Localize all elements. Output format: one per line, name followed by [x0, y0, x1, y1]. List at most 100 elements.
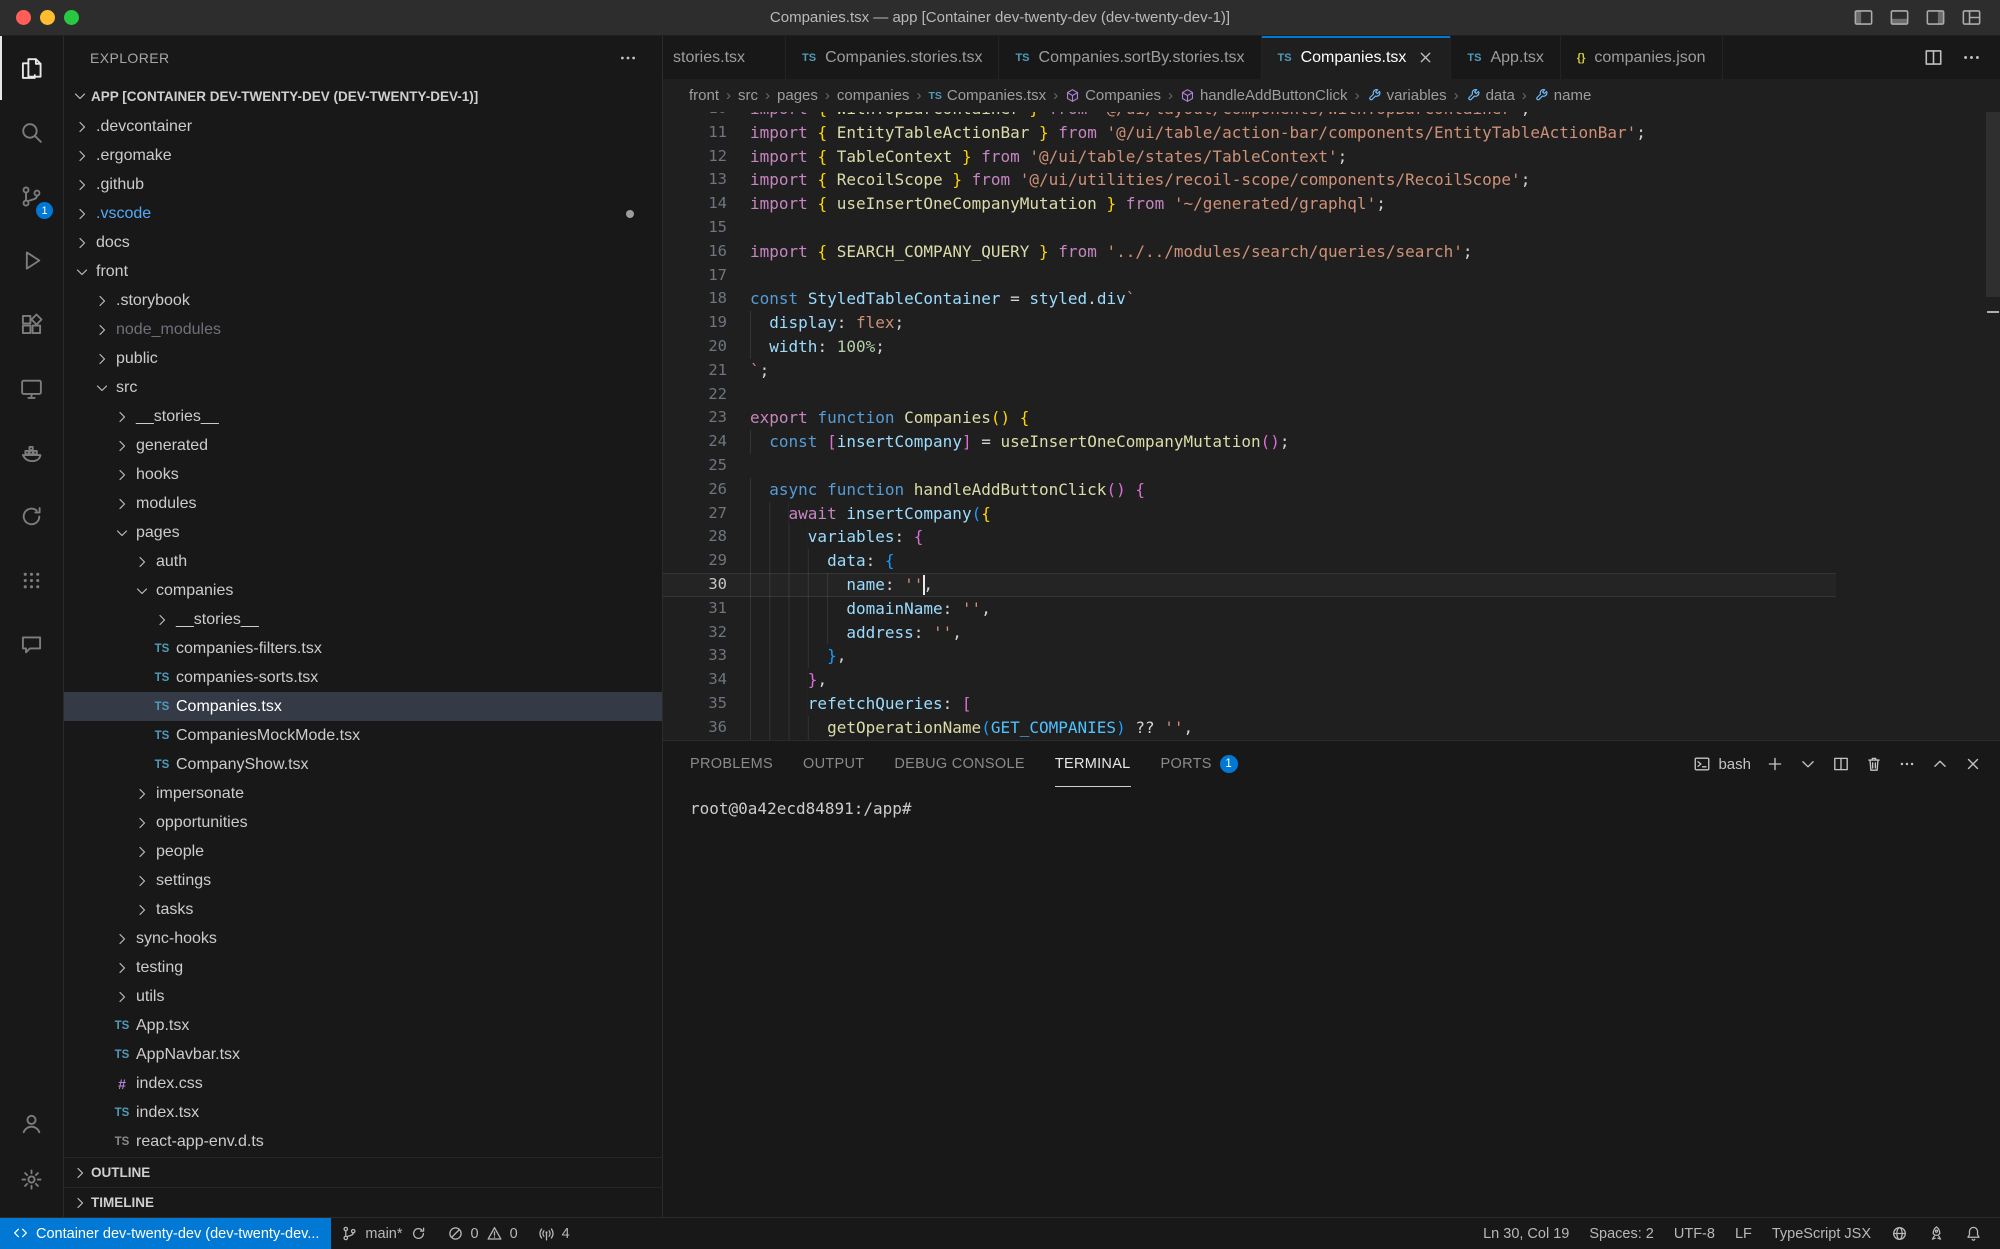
activity-item-remote-explorer[interactable]: [0, 356, 63, 420]
status-notifications[interactable]: [1955, 1218, 1992, 1249]
breadcrumb-item-handleaddbuttonclick[interactable]: handleAddButtonClick: [1180, 87, 1348, 104]
tree-item-companiesmockmode-tsx[interactable]: TSCompaniesMockMode.tsx: [64, 721, 662, 750]
activity-item-search[interactable]: [0, 100, 63, 164]
code-line-27[interactable]: 27 await insertCompany({: [663, 502, 1836, 526]
code-line-29[interactable]: 29 data: {: [663, 549, 1836, 573]
code-line-20[interactable]: 20 width: 100%;: [663, 335, 1836, 359]
code-line-36[interactable]: 36 getOperationName(GET_COMPANIES) ?? ''…: [663, 716, 1836, 740]
tab-companies-sortby-stories-tsx[interactable]: TSCompanies.sortBy.stories.tsx: [999, 36, 1261, 79]
code-line-25[interactable]: 25: [663, 454, 1836, 478]
code-line-26[interactable]: 26 async function handleAddButtonClick()…: [663, 478, 1836, 502]
breadcrumb-item-data[interactable]: data: [1466, 87, 1515, 104]
status-cursor-position[interactable]: Ln 30, Col 19: [1473, 1218, 1579, 1249]
tree-item-index-css[interactable]: #index.css: [64, 1069, 662, 1098]
panel-action-maximize-panel[interactable]: [1931, 755, 1949, 773]
panel-tab-terminal[interactable]: TERMINAL: [1055, 741, 1131, 787]
activity-item-settings[interactable]: [0, 1151, 63, 1207]
close-tab-icon[interactable]: [1417, 49, 1434, 66]
status-indentation[interactable]: Spaces: 2: [1579, 1218, 1664, 1249]
editor-more-actions-icon[interactable]: [1961, 47, 1982, 68]
status-problems[interactable]: 00: [437, 1218, 528, 1249]
tree-item-people[interactable]: people: [64, 837, 662, 866]
tree-item-settings[interactable]: settings: [64, 866, 662, 895]
tree-item-pages[interactable]: pages: [64, 518, 662, 547]
tree-item-generated[interactable]: generated: [64, 431, 662, 460]
panel-action-kill-terminal[interactable]: [1865, 755, 1883, 773]
status-encoding[interactable]: UTF-8: [1664, 1218, 1725, 1249]
tree-item-companies[interactable]: companies: [64, 576, 662, 605]
code-line-22[interactable]: 22: [663, 383, 1836, 407]
breadcrumb-item-companies[interactable]: companies: [837, 87, 910, 104]
activity-item-chat[interactable]: [0, 612, 63, 676]
panel-action-shell-select[interactable]: bash: [1693, 755, 1751, 773]
code-line-11[interactable]: 11import { EntityTableActionBar } from '…: [663, 121, 1836, 145]
activity-item-docker[interactable]: [0, 420, 63, 484]
tree-item-stories[interactable]: __stories__: [64, 605, 662, 634]
tab-app-tsx[interactable]: TSApp.tsx: [1451, 36, 1560, 79]
code-line-16[interactable]: 16import { SEARCH_COMPANY_QUERY } from '…: [663, 240, 1836, 264]
tree-item-public[interactable]: public: [64, 344, 662, 373]
tree-item-src[interactable]: src: [64, 373, 662, 402]
tree-item-github[interactable]: .github: [64, 170, 662, 199]
breadcrumb-item-name[interactable]: name: [1534, 87, 1592, 104]
status-remote[interactable]: Container dev-twenty-dev (dev-twenty-dev…: [0, 1218, 331, 1249]
code-editor[interactable]: 10import { WithTopBarContainer } from '@…: [663, 112, 2000, 740]
activity-item-extensions[interactable]: [0, 292, 63, 356]
sidebar-section-timeline[interactable]: TIMELINE: [64, 1187, 662, 1217]
code-line-32[interactable]: 32 address: '',: [663, 621, 1836, 645]
code-line-23[interactable]: 23export function Companies() {: [663, 406, 1836, 430]
tree-item-vscode[interactable]: .vscode: [64, 199, 662, 228]
minimap[interactable]: [1836, 112, 1986, 740]
code-line-15[interactable]: 15: [663, 216, 1836, 240]
tree-item-tasks[interactable]: tasks: [64, 895, 662, 924]
code-line-17[interactable]: 17: [663, 264, 1836, 288]
panel-action-terminal-dropdown[interactable]: [1799, 755, 1817, 773]
panel-tab-problems[interactable]: PROBLEMS: [690, 741, 773, 787]
panel-action-new-terminal[interactable]: [1766, 755, 1784, 773]
code-line-14[interactable]: 14import { useInsertOneCompanyMutation }…: [663, 192, 1836, 216]
tab-companies-stories-tsx[interactable]: TSCompanies.stories.tsx: [786, 36, 999, 79]
code-line-34[interactable]: 34 },: [663, 668, 1836, 692]
code-line-30[interactable]: 30 name: '',: [663, 573, 1836, 597]
breadcrumb-item-front[interactable]: front: [689, 87, 719, 104]
tree-item-opportunities[interactable]: opportunities: [64, 808, 662, 837]
customize-layout-icon[interactable]: [1961, 7, 1982, 28]
code-line-19[interactable]: 19 display: flex;: [663, 311, 1836, 335]
tree-item-storybook[interactable]: .storybook: [64, 286, 662, 315]
tree-item-companies-sorts-tsx[interactable]: TScompanies-sorts.tsx: [64, 663, 662, 692]
close-window-button[interactable]: [16, 10, 31, 25]
status-git-branch[interactable]: main*: [331, 1218, 436, 1249]
tree-item-testing[interactable]: testing: [64, 953, 662, 982]
status-eol[interactable]: LF: [1725, 1218, 1762, 1249]
tree-item-utils[interactable]: utils: [64, 982, 662, 1011]
tab-stories-tsx[interactable]: stories.tsx: [663, 36, 786, 79]
code-line-33[interactable]: 33 },: [663, 644, 1836, 668]
tree-item-devcontainer[interactable]: .devcontainer: [64, 112, 662, 141]
toggle-panel-icon[interactable]: [1889, 7, 1910, 28]
activity-item-source-control[interactable]: 1: [0, 164, 63, 228]
tree-item-front[interactable]: front: [64, 257, 662, 286]
panel-tab-output[interactable]: OUTPUT: [803, 741, 864, 787]
tree-item-app-tsx[interactable]: TSApp.tsx: [64, 1011, 662, 1040]
code-line-18[interactable]: 18const StyledTableContainer = styled.di…: [663, 287, 1836, 311]
panel-action-split-terminal[interactable]: [1832, 755, 1850, 773]
breadcrumb-item-companies[interactable]: Companies: [1065, 87, 1161, 104]
tab-companies-json[interactable]: {}companies.json: [1561, 36, 1723, 79]
workspace-section-header[interactable]: APP [CONTAINER DEV-TWENTY-DEV (DEV-TWENT…: [64, 80, 662, 112]
activity-item-run-debug[interactable]: [0, 228, 63, 292]
status-language-mode[interactable]: TypeScript JSX: [1762, 1218, 1881, 1249]
scrollbar-thumb[interactable]: [1986, 112, 2000, 297]
tree-item-auth[interactable]: auth: [64, 547, 662, 576]
activity-item-explorer[interactable]: [0, 36, 63, 100]
code-line-35[interactable]: 35 refetchQueries: [: [663, 692, 1836, 716]
tree-item-ergomake[interactable]: .ergomake: [64, 141, 662, 170]
code-line-10[interactable]: 10import { WithTopBarContainer } from '@…: [663, 112, 1836, 121]
sidebar-section-outline[interactable]: OUTLINE: [64, 1157, 662, 1187]
editor-scrollbar[interactable]: [1986, 112, 2000, 740]
tree-item-appnavbar-tsx[interactable]: TSAppNavbar.tsx: [64, 1040, 662, 1069]
tree-item-companies-filters-tsx[interactable]: TScompanies-filters.tsx: [64, 634, 662, 663]
breadcrumb-item-src[interactable]: src: [738, 87, 758, 104]
code-line-13[interactable]: 13import { RecoilScope } from '@/ui/util…: [663, 168, 1836, 192]
panel-tab-debug-console[interactable]: DEBUG CONSOLE: [894, 741, 1024, 787]
status-ports[interactable]: 4: [528, 1218, 580, 1249]
